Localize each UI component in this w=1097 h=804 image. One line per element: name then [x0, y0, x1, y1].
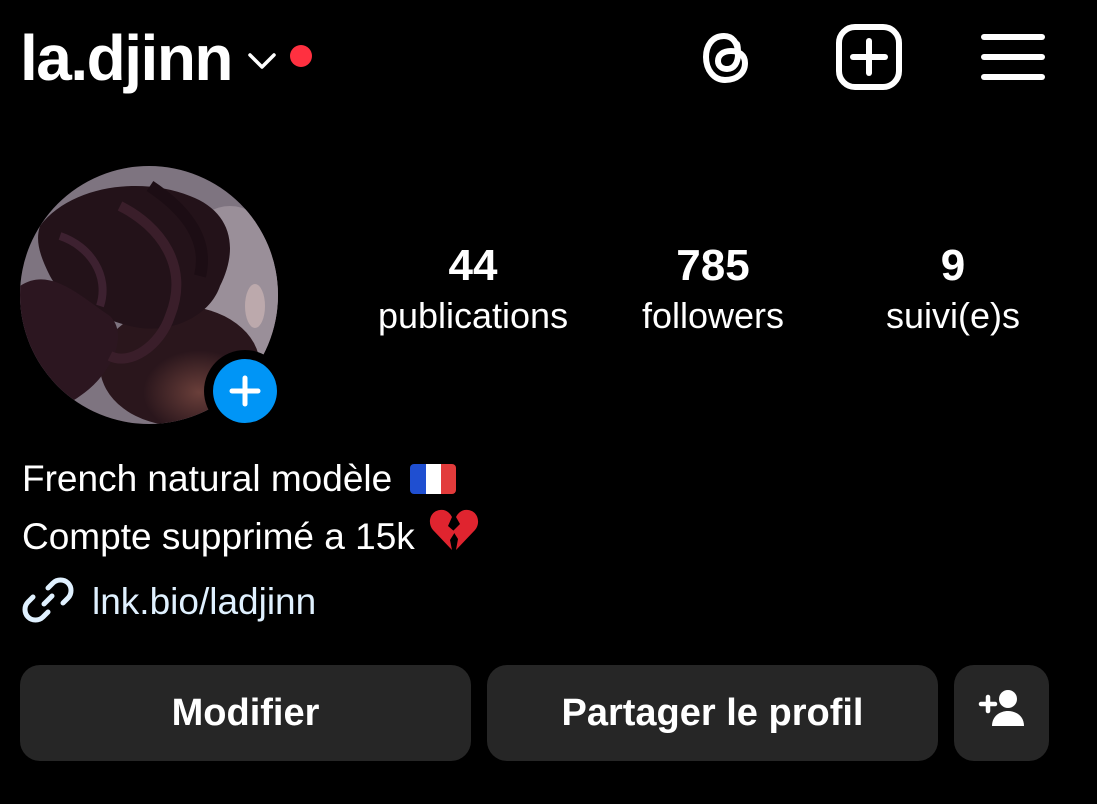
broken-heart-icon — [429, 506, 479, 567]
bio-text-1: French natural modèle — [22, 458, 393, 499]
link-icon — [22, 574, 74, 631]
plus-icon — [213, 359, 277, 423]
posts-count[interactable]: 44 publications — [343, 238, 603, 338]
add-story-button[interactable] — [204, 350, 286, 432]
edit-profile-button[interactable]: Modifier — [20, 665, 471, 761]
bio-line-2: Compte supprimé a 15k — [22, 506, 479, 567]
bio-text-2: Compte supprimé a 15k — [22, 515, 415, 557]
link-text[interactable]: lnk.bio/ladjinn — [92, 581, 316, 623]
posts-value: 44 — [448, 241, 498, 290]
bio-link[interactable]: lnk.bio/ladjinn — [22, 574, 316, 630]
profile-header: la.djinn — [0, 0, 1097, 120]
plus-square-icon[interactable] — [834, 22, 904, 92]
following-value: 9 — [940, 241, 966, 290]
posts-label: publications — [377, 295, 569, 336]
bio-line-1: French natural modèle — [22, 452, 479, 506]
followers-value: 785 — [676, 241, 750, 290]
followers-label: followers — [641, 295, 785, 336]
discover-people-button[interactable] — [954, 665, 1049, 761]
add-person-icon — [978, 688, 1026, 738]
account-switcher[interactable]: la.djinn — [20, 18, 312, 98]
following-label: suivi(e)s — [885, 295, 1020, 336]
chevron-down-icon[interactable] — [246, 50, 278, 72]
following-count[interactable]: 9 suivi(e)s — [823, 238, 1083, 338]
username[interactable]: la.djinn — [20, 26, 234, 90]
france-flag-icon — [410, 464, 457, 494]
profile-bio: French natural modèle Compte supprimé a … — [22, 452, 479, 567]
notification-dot — [290, 45, 312, 67]
threads-icon[interactable] — [690, 22, 760, 92]
share-profile-button[interactable]: Partager le profil — [487, 665, 938, 761]
followers-count[interactable]: 785 followers — [583, 238, 843, 338]
hamburger-menu-icon[interactable] — [978, 22, 1048, 92]
